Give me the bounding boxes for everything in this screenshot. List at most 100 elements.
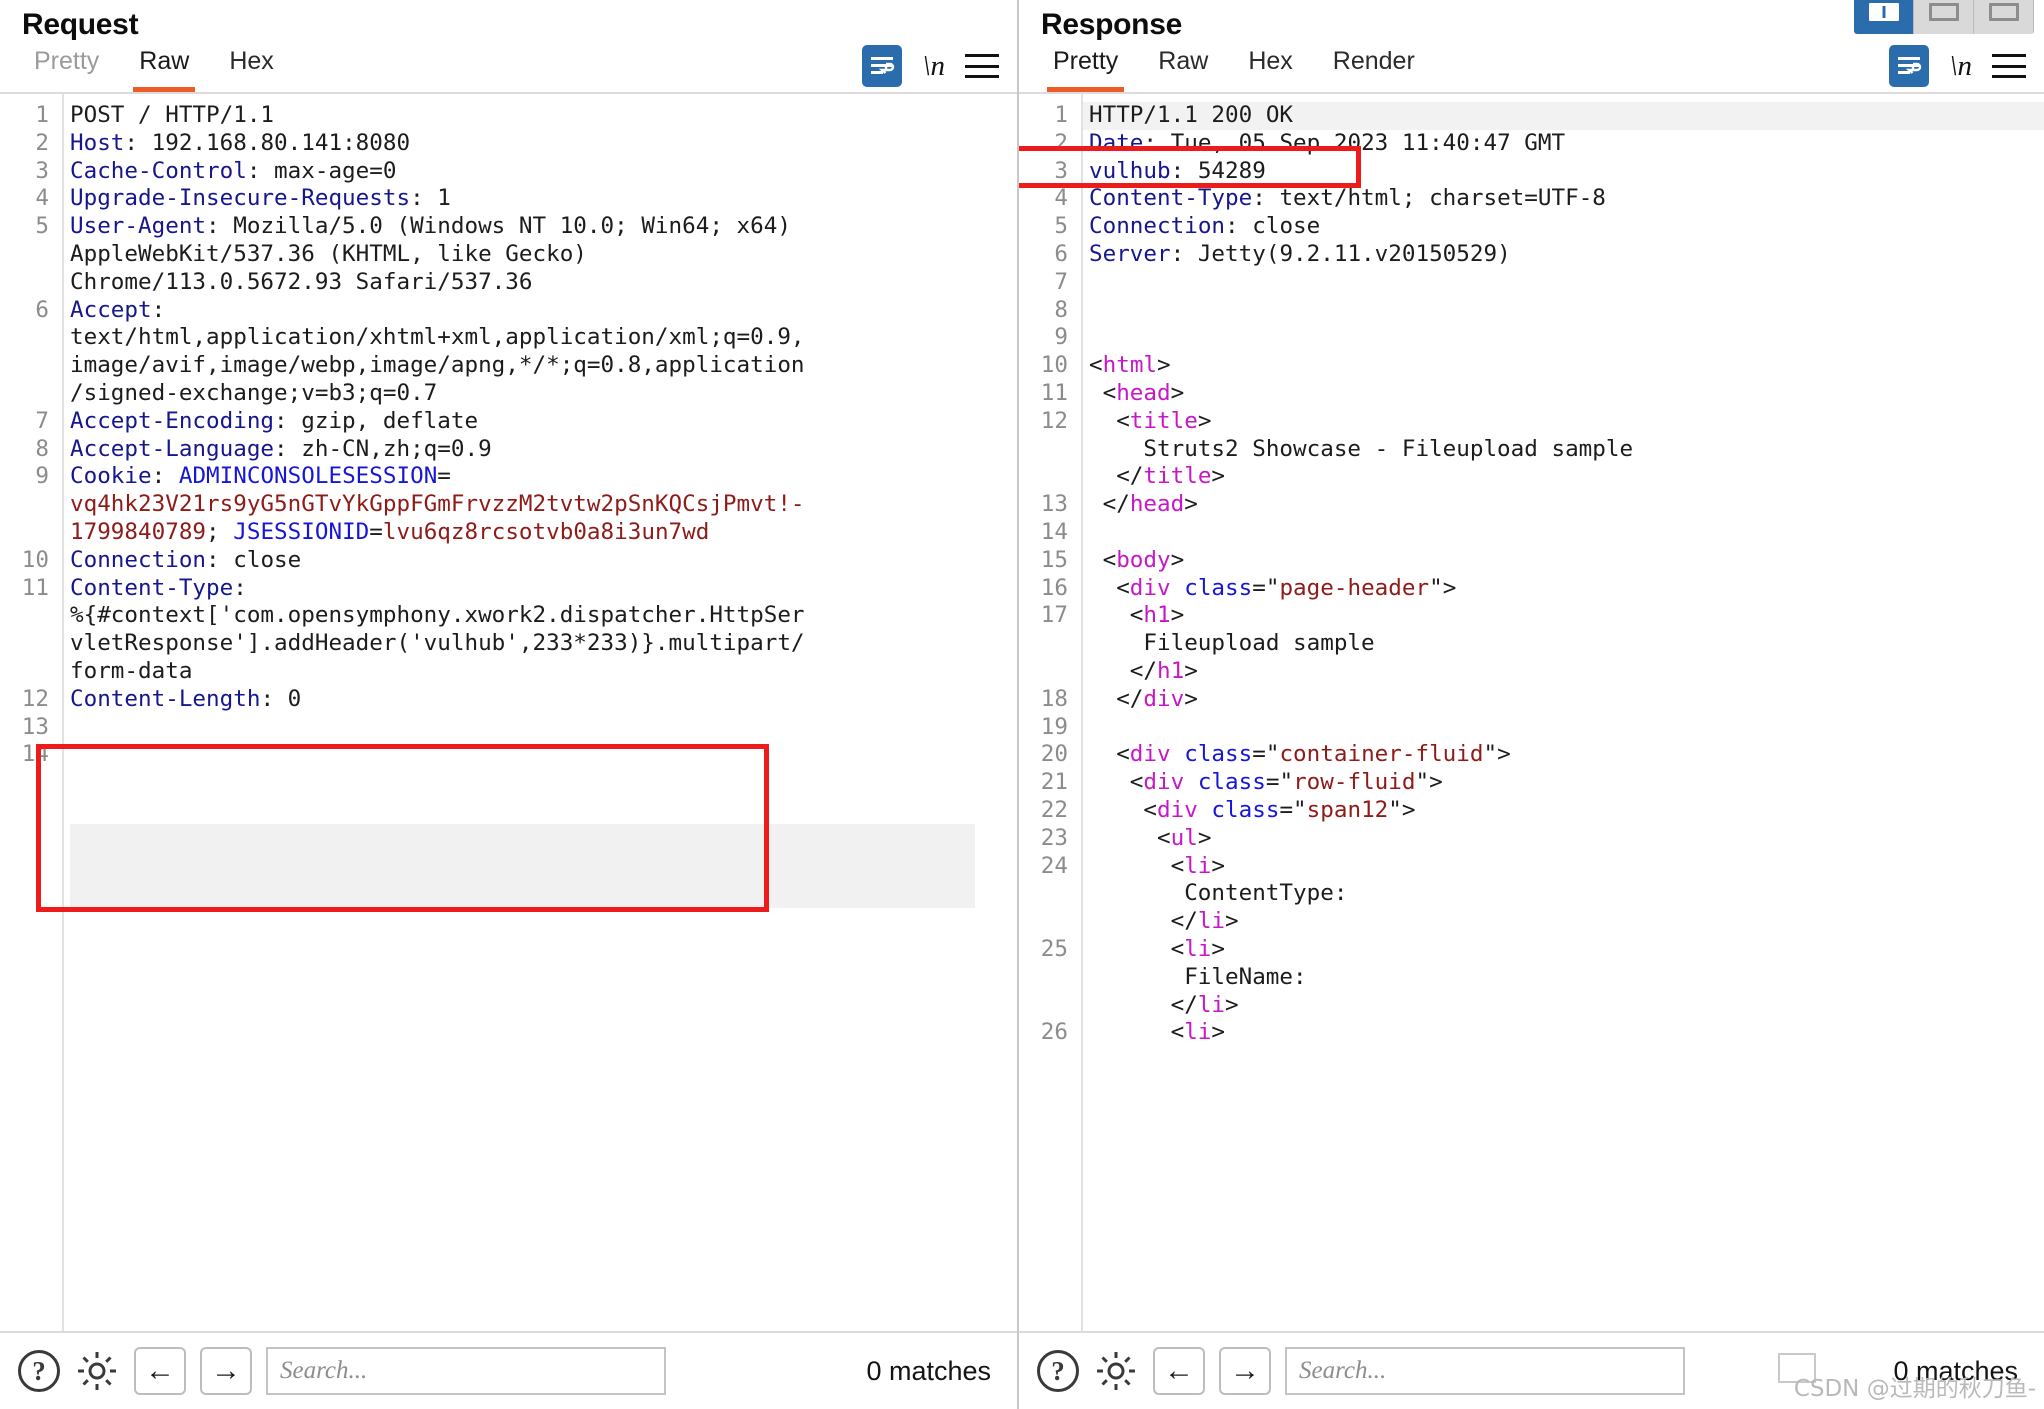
response-tab-raw[interactable]: Raw [1138, 44, 1228, 90]
code-line[interactable]: Content-Type: text/html; charset=UTF-8 [1089, 185, 2044, 213]
code-line[interactable]: Upgrade-Insecure-Requests: 1 [70, 185, 1017, 213]
code-line[interactable]: Cache-Control: max-age=0 [70, 158, 1017, 186]
code-line[interactable]: <div class="page-header"> [1089, 575, 2044, 603]
code-line[interactable]: Server: Jetty(9.2.11.v20150529) [1089, 241, 2044, 269]
layout-split-vertical-button[interactable] [1854, 0, 1914, 34]
code-token: </ [1129, 657, 1158, 684]
burger-menu-icon[interactable] [965, 54, 999, 78]
layout-single-pane-button[interactable] [1974, 0, 2034, 34]
request-code[interactable]: POST / HTTP/1.1 Host: 192.168.80.141:8080… [70, 102, 1017, 769]
gear-icon[interactable] [1093, 1348, 1139, 1394]
code-line[interactable]: Chrome/113.0.5672.93 Safari/537.36 [70, 269, 1017, 297]
code-line[interactable]: Connection: close [70, 547, 1017, 575]
code-line[interactable]: <li> [1089, 1019, 2044, 1047]
code-line[interactable]: Fileupload sample [1089, 630, 2044, 658]
code-token: h1 [1157, 657, 1185, 684]
code-line[interactable]: form-data [70, 658, 1017, 686]
code-line[interactable]: <ul> [1089, 825, 2044, 853]
code-line[interactable]: HTTP/1.1 200 OK [1089, 102, 2044, 130]
burger-menu-icon[interactable] [1992, 54, 2026, 78]
code-line[interactable]: ContentType: [1089, 880, 2044, 908]
line-number: 7 [35, 407, 49, 434]
search-next-button[interactable]: → [1219, 1347, 1271, 1395]
code-line[interactable]: <div class="span12"> [1089, 797, 2044, 825]
code-line[interactable]: Accept-Language: zh-CN,zh;q=0.9 [70, 436, 1017, 464]
search-prev-button[interactable]: ← [134, 1347, 186, 1395]
code-line[interactable]: Content-Type: [70, 575, 1017, 603]
code-token: "> [1483, 741, 1511, 768]
code-line[interactable]: POST / HTTP/1.1 [70, 102, 1017, 130]
code-line[interactable]: Accept-Encoding: gzip, deflate [70, 408, 1017, 436]
code-line[interactable]: Cookie: ADMINCONSOLESESSION= [70, 463, 1017, 491]
code-line[interactable]: Struts2 Showcase - Fileupload sample [1089, 436, 2044, 464]
code-line[interactable]: vulhub: 54289 [1089, 158, 2044, 186]
search-next-button[interactable]: → [200, 1347, 252, 1395]
response-tab-pretty[interactable]: Pretty [1033, 44, 1138, 92]
response-code[interactable]: HTTP/1.1 200 OK Date: Tue, 05 Sep 2023 11… [1089, 102, 2044, 1047]
code-line[interactable]: Content-Length: 0 [70, 686, 1017, 714]
code-line[interactable]: AppleWebKit/537.36 (KHTML, like Gecko) [70, 241, 1017, 269]
word-wrap-icon[interactable] [862, 45, 903, 87]
newline-icon[interactable]: \n [922, 50, 945, 83]
code-line[interactable]: Connection: close [1089, 213, 2044, 241]
code-line[interactable]: <li> [1089, 853, 2044, 881]
line-number: 22 [1040, 796, 1068, 823]
response-search-input[interactable] [1285, 1347, 1685, 1395]
layout-split-horizontal-button[interactable] [1914, 0, 1974, 34]
request-editor[interactable]: 1 2 3 4 5 6 7 8 9 10 11 12 13 14 POST / HTTP/1.1 Host:… [0, 94, 1017, 1331]
code-line[interactable]: </h1> [1089, 658, 2044, 686]
code-line[interactable]: Host: 192.168.80.141:8080 [70, 130, 1017, 158]
response-tabbar-actions: \n [1889, 45, 2026, 87]
help-icon[interactable]: ? [1037, 1350, 1079, 1392]
newline-icon[interactable]: \n [1949, 50, 1972, 83]
code-line[interactable] [1089, 269, 2044, 297]
code-line[interactable]: </head> [1089, 491, 2044, 519]
code-line[interactable]: 1799840789; JSESSIONID=lvu6qz8rcsotvb0a8… [70, 519, 1017, 547]
response-tab-render[interactable]: Render [1313, 44, 1435, 90]
code-line[interactable]: <h1> [1089, 602, 2044, 630]
word-wrap-icon[interactable] [1889, 45, 1930, 87]
request-search-input[interactable] [266, 1347, 666, 1395]
request-tab-pretty[interactable]: Pretty [14, 44, 119, 90]
code-line[interactable] [1089, 324, 2044, 352]
code-token: class [1197, 769, 1266, 796]
code-line[interactable]: vq4hk23V21rs9yG5nGTvYkGppFGmFrvzzM2tvtw2… [70, 491, 1017, 519]
help-icon[interactable]: ? [18, 1350, 60, 1392]
line-number [1019, 908, 1073, 936]
code-line[interactable] [70, 714, 1017, 742]
code-line[interactable]: <head> [1089, 380, 2044, 408]
code-line[interactable]: FileName: [1089, 964, 2044, 992]
response-tab-hex[interactable]: Hex [1228, 44, 1312, 90]
code-line[interactable]: <body> [1089, 547, 2044, 575]
code-line[interactable]: %{#context['com.opensymphony.xwork2.disp… [70, 602, 1017, 630]
gear-icon[interactable] [74, 1348, 120, 1394]
code-line[interactable]: vletResponse'].addHeader('vulhub',233*23… [70, 630, 1017, 658]
search-prev-button[interactable]: ← [1153, 1347, 1205, 1395]
code-line[interactable]: <div class="row-fluid"> [1089, 769, 2044, 797]
code-line[interactable] [1089, 714, 2044, 742]
code-line[interactable]: <title> [1089, 408, 2044, 436]
code-line[interactable]: <div class="container-fluid"> [1089, 741, 2044, 769]
code-token: Date [1089, 129, 1144, 156]
request-match-count: 0 matches [866, 1355, 991, 1386]
code-line[interactable]: /signed-exchange;v=b3;q=0.7 [70, 380, 1017, 408]
code-line[interactable]: text/html,application/xhtml+xml,applicat… [70, 324, 1017, 352]
code-line[interactable]: </div> [1089, 686, 2044, 714]
code-token: div [1143, 685, 1185, 712]
code-line[interactable]: </title> [1089, 463, 2044, 491]
code-line[interactable] [1089, 297, 2044, 325]
request-tab-hex[interactable]: Hex [209, 44, 293, 90]
code-line[interactable]: image/avif,image/webp,image/apng,*/*;q=0… [70, 352, 1017, 380]
code-line[interactable] [1089, 519, 2044, 547]
code-line[interactable]: User-Agent: Mozilla/5.0 (Windows NT 10.0… [70, 213, 1017, 241]
code-line[interactable]: </li> [1089, 992, 2044, 1020]
code-line[interactable] [70, 741, 1017, 769]
code-line[interactable]: <li> [1089, 936, 2044, 964]
code-line[interactable]: Date: Tue, 05 Sep 2023 11:40:47 GMT [1089, 130, 2044, 158]
response-editor[interactable]: 1 2 3 4 5 6 7 8 9 10 11 12 13 14 15 16 17 18 19 20 21 22 23 24 2… [1019, 94, 2044, 1331]
code-token: vulhub [1089, 157, 1171, 184]
code-line[interactable]: </li> [1089, 908, 2044, 936]
code-line[interactable]: <html> [1089, 352, 2044, 380]
code-line[interactable]: Accept: [70, 297, 1017, 325]
request-tab-raw[interactable]: Raw [119, 44, 209, 92]
